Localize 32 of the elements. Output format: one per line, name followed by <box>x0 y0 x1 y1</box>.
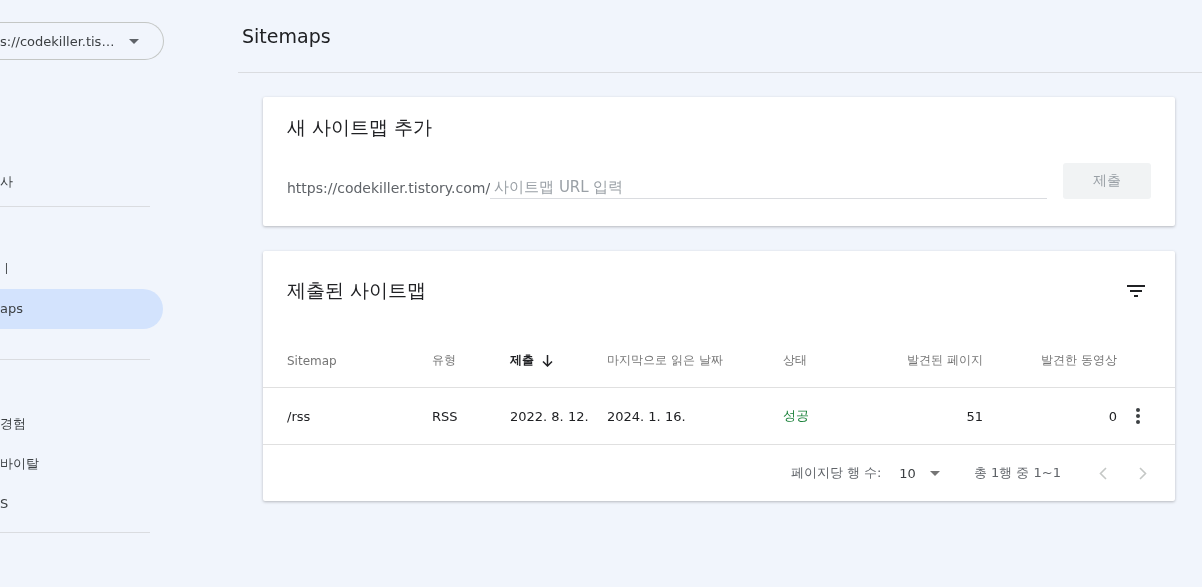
column-header[interactable]: 발견한 동영상 <box>1041 352 1117 369</box>
table-cell: 51 <box>966 408 983 424</box>
column-header[interactable]: 마지막으로 읽은 날짜 <box>607 352 723 369</box>
table-cell: 성공 <box>783 408 809 423</box>
caret-icon <box>929 470 940 476</box>
column-header[interactable]: 유형 <box>432 352 456 369</box>
sidebar-item[interactable]: ㅣ <box>0 249 163 289</box>
table-cell: 2024. 1. 16. <box>607 408 686 424</box>
card-title: 제출된 사이트맵 <box>287 278 427 303</box>
table-cell: RSS <box>432 408 458 424</box>
caret-icon <box>129 38 139 44</box>
sidebar-item[interactable]: S <box>0 484 163 524</box>
rows-per-page-label: 페이지당 행 수: <box>790 464 882 482</box>
column-header[interactable]: 발견된 페이지 <box>907 352 983 369</box>
column-header[interactable]: 상태 <box>783 352 807 369</box>
rows-per-page-select[interactable]: 10 <box>899 465 940 481</box>
sidebar-item[interactable]: 사 <box>0 162 163 202</box>
sidebar-item[interactable]: 바이탈 <box>0 444 163 484</box>
page-range: 총 1행 중 1~1 <box>973 464 1061 482</box>
column-header[interactable]: 제출 <box>510 352 553 369</box>
table-cell: /rss <box>287 408 311 424</box>
filter-icon[interactable] <box>1127 285 1145 297</box>
url-prefix: https://codekiller.tistory.com/ <box>287 180 491 198</box>
page-title: Sitemaps <box>242 25 331 47</box>
sidebar-item[interactable]: aps <box>0 289 163 329</box>
table-cell: 0 <box>1108 408 1117 424</box>
table-cell: 2022. 8. 12. <box>510 408 589 424</box>
sidebar-item[interactable]: 경험 <box>0 404 163 444</box>
column-header[interactable]: Sitemap <box>287 353 337 368</box>
more-icon[interactable] <box>1136 408 1140 424</box>
card-title: 새 사이트맵 추가 <box>287 115 434 140</box>
sort-down-icon <box>542 354 553 367</box>
